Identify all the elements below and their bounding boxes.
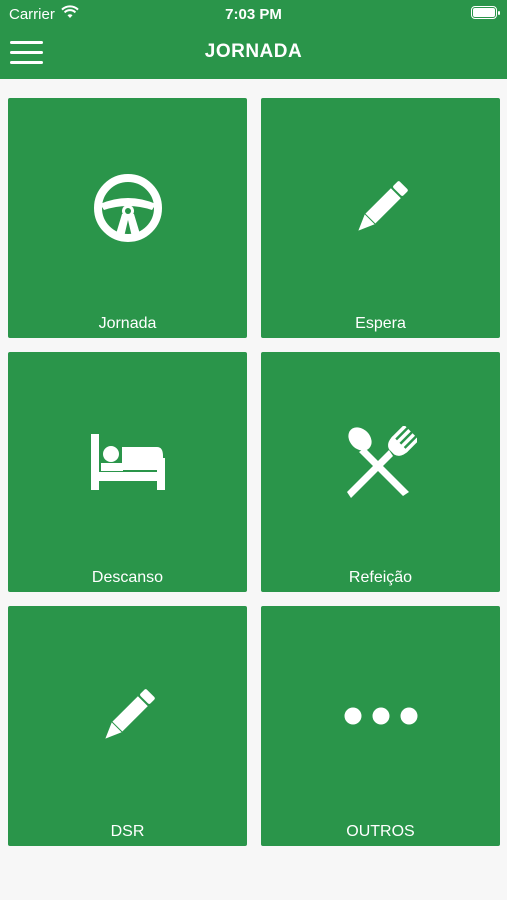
pencil-icon <box>104 689 155 739</box>
tile-label: Descanso <box>91 569 164 586</box>
clock: 7:03 PM <box>225 6 282 23</box>
tile-descanso[interactable]: Descanso <box>8 352 247 592</box>
top-bar: Carrier 7:03 PM JORNADA <box>0 0 507 79</box>
tile-label: Jornada <box>98 315 157 332</box>
tile-label: Refeição <box>348 569 413 586</box>
menu-grid: Jornada Espera Descanso Refeição DSR OUT… <box>8 98 501 847</box>
utensils-icon <box>346 426 417 498</box>
bed-icon <box>90 434 165 490</box>
tile-dsr[interactable]: DSR <box>8 606 247 846</box>
tile-outros[interactable]: OUTROS <box>261 606 500 846</box>
tile-label: DSR <box>110 823 145 840</box>
steering-wheel-icon <box>93 174 162 242</box>
tile-jornada[interactable]: Jornada <box>8 98 247 338</box>
page-title: JORNADA <box>204 41 303 62</box>
battery-icon <box>471 6 500 19</box>
ellipsis-icon <box>344 707 417 725</box>
tile-label: Espera <box>355 315 406 332</box>
tile-espera[interactable]: Espera <box>261 98 500 338</box>
status-bar: Carrier 7:03 PM <box>0 0 507 28</box>
tile-label: OUTROS <box>346 823 415 840</box>
tile-refeicao[interactable]: Refeição <box>261 352 500 592</box>
pencil-icon <box>357 181 408 231</box>
